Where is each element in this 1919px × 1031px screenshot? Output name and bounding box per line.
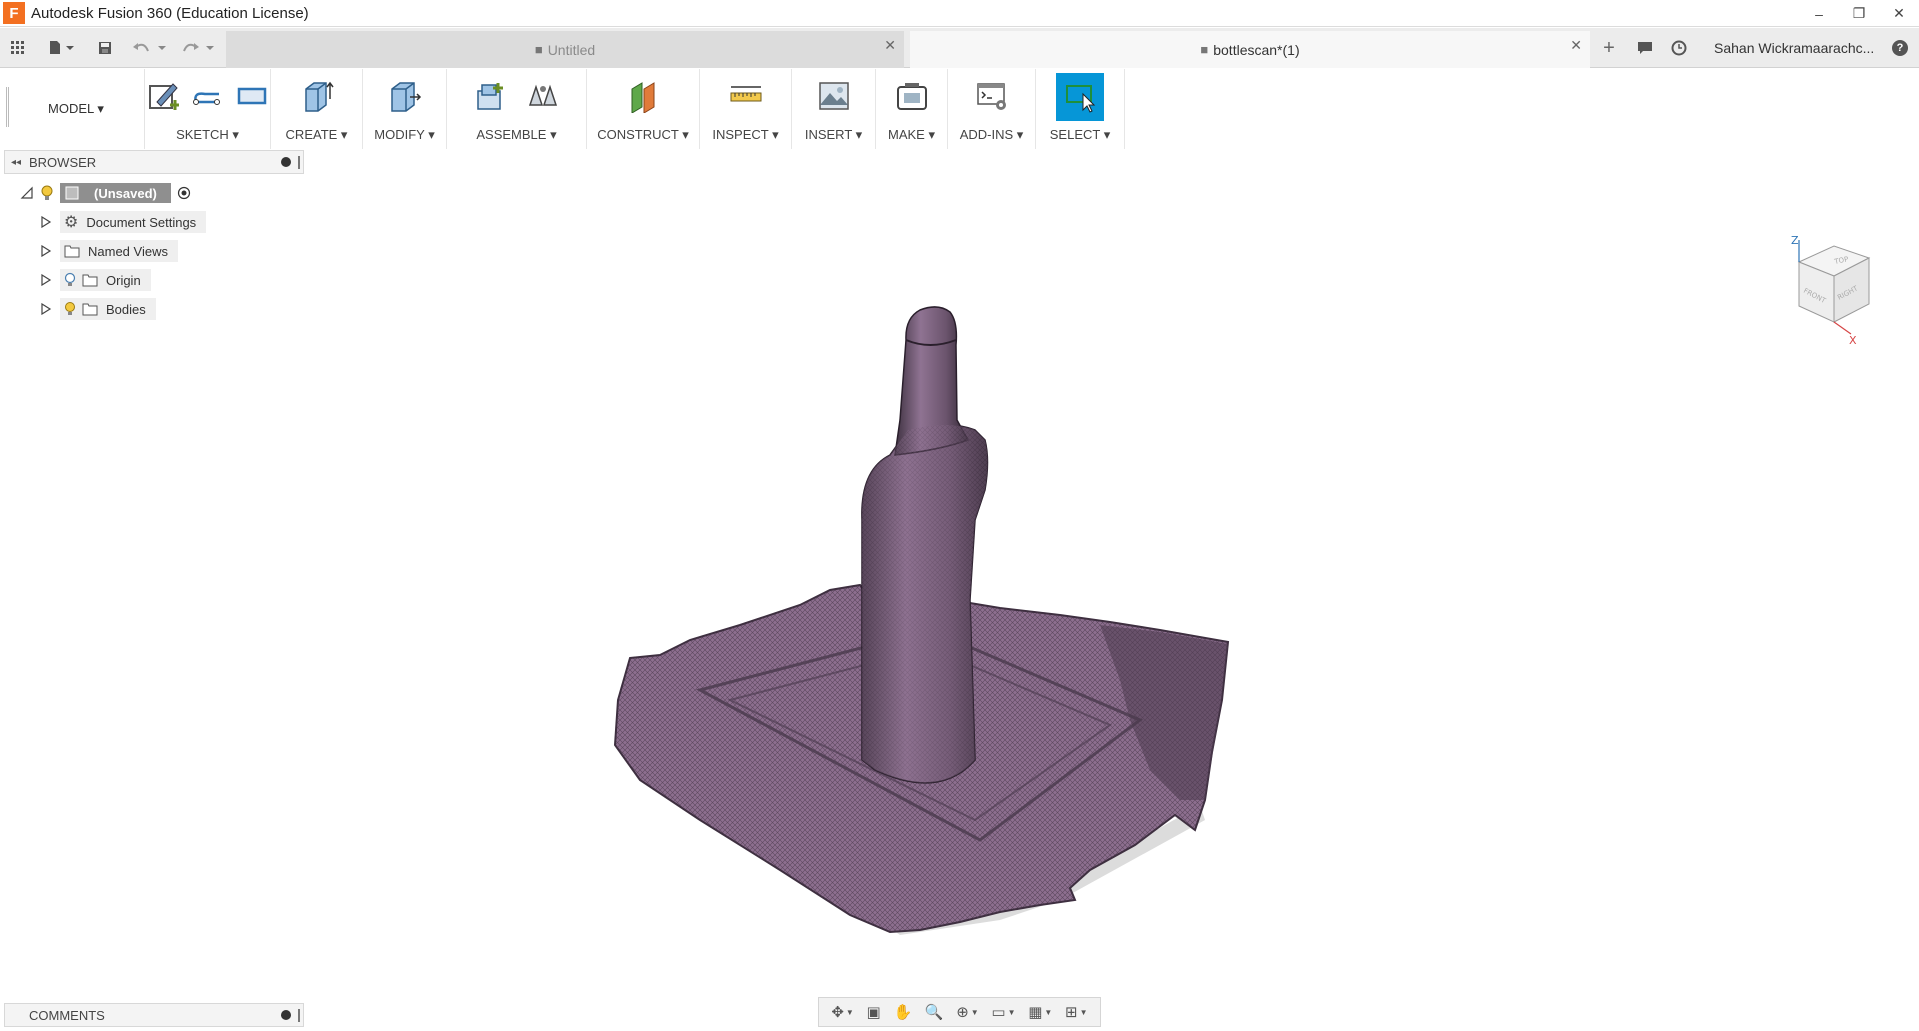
minimize-button[interactable]: – bbox=[1799, 0, 1839, 27]
3d-print-icon[interactable] bbox=[890, 74, 934, 118]
select-icon[interactable] bbox=[1056, 73, 1104, 121]
3d-viewport[interactable]: TOP FRONT RIGHT Z X bbox=[0, 150, 1919, 1015]
assemble-menu[interactable]: ASSEMBLE ▾ bbox=[447, 127, 586, 143]
tab-label: bottlescan*(1) bbox=[1213, 41, 1300, 58]
close-window-button[interactable]: ✕ bbox=[1879, 0, 1919, 27]
document-tab-bar: ■ Untitled ✕ ■ bottlescan*(1) ✕ + Sahan … bbox=[0, 28, 1919, 68]
redo-button[interactable] bbox=[178, 28, 218, 68]
workspace-switcher[interactable]: MODEL ▾ bbox=[8, 69, 145, 149]
inspect-menu[interactable]: INSPECT ▾ bbox=[700, 127, 791, 143]
viewports-icon[interactable]: ⊞ ▼ bbox=[1065, 1003, 1088, 1021]
add-comment-icon[interactable] bbox=[281, 1010, 291, 1020]
panel-grip-icon[interactable] bbox=[298, 1009, 300, 1022]
grid-settings-icon[interactable]: ▦ ▼ bbox=[1028, 1003, 1052, 1021]
save-button[interactable] bbox=[94, 28, 116, 68]
document-icon: ■ bbox=[1200, 42, 1209, 57]
window-title: Autodesk Fusion 360 (Education License) bbox=[31, 4, 309, 22]
help-icon: ? bbox=[1892, 40, 1908, 56]
close-tab-button[interactable]: ✕ bbox=[884, 37, 896, 54]
fusion-logo-icon: F bbox=[3, 2, 25, 24]
make-menu[interactable]: MAKE ▾ bbox=[876, 127, 947, 143]
undo-button[interactable] bbox=[130, 28, 170, 68]
make-group: MAKE ▾ bbox=[876, 69, 948, 149]
rectangle-icon[interactable] bbox=[234, 74, 270, 118]
redo-icon bbox=[183, 43, 214, 52]
select-group: SELECT ▾ bbox=[1036, 69, 1125, 149]
decal-icon[interactable] bbox=[812, 74, 856, 118]
ribbon-toolbar: MODEL ▾ SKETCH ▾ CREATE ▾ MODIFY ▾ ASSEM… bbox=[0, 69, 1919, 149]
modify-group: MODIFY ▾ bbox=[363, 69, 447, 149]
new-component-icon[interactable] bbox=[469, 74, 513, 118]
construct-menu[interactable]: CONSTRUCT ▾ bbox=[587, 127, 699, 143]
extrude-icon[interactable] bbox=[295, 74, 339, 118]
tab-bottlescan[interactable]: ■ bottlescan*(1) ✕ bbox=[910, 31, 1590, 68]
look-at-icon[interactable]: ▣ bbox=[867, 1003, 881, 1021]
restore-button[interactable]: ❐ bbox=[1839, 0, 1879, 27]
close-tab-button[interactable]: ✕ bbox=[1570, 37, 1582, 54]
inspect-group: INSPECT ▾ bbox=[700, 69, 792, 149]
comments-title: COMMENTS bbox=[29, 1007, 105, 1023]
x-axis-label: X bbox=[1849, 334, 1857, 344]
window-controls: – ❐ ✕ bbox=[1799, 0, 1919, 27]
z-axis-label: Z bbox=[1791, 234, 1799, 247]
sketch-menu[interactable]: SKETCH ▾ bbox=[145, 127, 270, 143]
line-icon[interactable] bbox=[189, 74, 225, 118]
title-bar: F Autodesk Fusion 360 (Education License… bbox=[0, 0, 1919, 27]
assemble-group: ASSEMBLE ▾ bbox=[447, 69, 587, 149]
select-menu[interactable]: SELECT ▾ bbox=[1036, 127, 1124, 143]
construct-group: CONSTRUCT ▾ bbox=[587, 69, 700, 149]
modify-menu[interactable]: MODIFY ▾ bbox=[363, 127, 446, 143]
data-panel-button[interactable] bbox=[6, 28, 30, 68]
display-settings-icon[interactable]: ▭ ▼ bbox=[991, 1003, 1015, 1021]
insert-group: INSERT ▾ bbox=[792, 69, 876, 149]
document-icon: ■ bbox=[534, 42, 543, 57]
viewcube[interactable]: TOP FRONT RIGHT Z X bbox=[1779, 234, 1879, 344]
grid-icon bbox=[11, 41, 24, 54]
file-icon bbox=[50, 41, 74, 54]
tab-untitled[interactable]: ■ Untitled ✕ bbox=[226, 31, 904, 68]
sketch-group: SKETCH ▾ bbox=[145, 69, 271, 149]
create-group: CREATE ▾ bbox=[271, 69, 363, 149]
comments-panel-header[interactable]: COMMENTS bbox=[4, 1003, 304, 1027]
file-menu-button[interactable] bbox=[44, 28, 80, 68]
tab-label: Untitled bbox=[547, 41, 596, 58]
press-pull-icon[interactable] bbox=[383, 74, 427, 118]
chat-icon bbox=[1638, 42, 1652, 54]
user-account-menu[interactable]: Sahan Wickramaarachc... bbox=[1714, 28, 1874, 68]
insert-menu[interactable]: INSERT ▾ bbox=[792, 127, 875, 143]
scripts-icon[interactable] bbox=[970, 74, 1014, 118]
zoom-icon[interactable]: 🔍 bbox=[925, 1003, 944, 1021]
joint-icon[interactable] bbox=[521, 74, 565, 118]
add-ins-menu[interactable]: ADD-INS ▾ bbox=[948, 127, 1035, 143]
navigation-bar: ✥ ▼ ▣ ✋ 🔍 ⊕ ▼ ▭ ▼ ▦ ▼ ⊞ ▼ bbox=[818, 997, 1101, 1027]
measure-icon[interactable] bbox=[724, 74, 768, 118]
help-button[interactable]: ? bbox=[1888, 28, 1912, 68]
offset-plane-icon[interactable] bbox=[621, 74, 665, 118]
job-status-button[interactable] bbox=[1666, 28, 1692, 68]
add-ins-group: ADD-INS ▾ bbox=[948, 69, 1036, 149]
undo-icon bbox=[133, 43, 166, 52]
create-menu[interactable]: CREATE ▾ bbox=[271, 127, 362, 143]
save-icon bbox=[99, 42, 111, 54]
bottle-scan-mesh[interactable] bbox=[0, 150, 1919, 1015]
notifications-button[interactable] bbox=[1632, 28, 1658, 68]
new-tab-button[interactable]: + bbox=[1596, 28, 1622, 68]
orbit-icon[interactable]: ✥ ▼ bbox=[831, 1003, 854, 1021]
create-sketch-icon[interactable] bbox=[145, 74, 181, 118]
fit-icon[interactable]: ⊕ ▼ bbox=[956, 1003, 979, 1021]
clock-icon bbox=[1671, 40, 1687, 56]
pan-icon[interactable]: ✋ bbox=[893, 1003, 912, 1021]
